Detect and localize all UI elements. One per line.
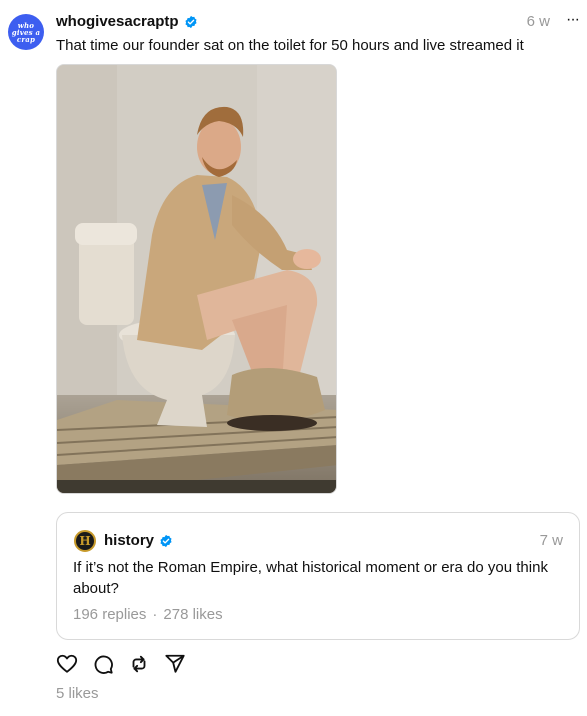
repost-icon: [132, 655, 146, 673]
more-options-button[interactable]: ···: [566, 11, 580, 29]
verified-icon: [160, 534, 172, 547]
author-avatar-text: who gives a crap: [11, 20, 41, 44]
post-image[interactable]: [56, 64, 337, 494]
comment-button[interactable]: [92, 653, 114, 675]
repost-button[interactable]: [128, 653, 150, 675]
heart-icon: [56, 654, 78, 673]
comment-icon: [94, 655, 113, 674]
quoted-post-stats: 196 replies · 278 likes: [73, 606, 223, 623]
post-likes-count[interactable]: 5 likes: [56, 685, 99, 702]
post-caption: That time our founder sat on the toilet …: [56, 37, 524, 54]
quoted-avatar-letter: H: [79, 534, 91, 548]
quoted-post-time: 7 w: [539, 532, 563, 549]
quoted-post-text: If it’s not the Roman Empire, what histo…: [73, 559, 548, 597]
post-time: 6 w: [526, 13, 550, 30]
author-avatar[interactable]: who gives a crap: [8, 14, 44, 50]
quoted-likes-count[interactable]: 278 likes: [163, 606, 222, 623]
author-username[interactable]: whogivesacraptp: [56, 13, 198, 30]
post-actions: [56, 653, 186, 675]
quoted-username-text: history: [104, 532, 155, 549]
verified-icon: [185, 15, 197, 28]
quoted-post[interactable]: H history 7 w If it’s not the Roman Empi…: [56, 512, 580, 640]
share-icon: [165, 654, 185, 673]
stats-separator: ·: [152, 606, 158, 623]
quoted-author-avatar[interactable]: H: [74, 530, 96, 552]
quoted-replies-count[interactable]: 196 replies: [73, 606, 146, 623]
quoted-author-username[interactable]: history: [104, 532, 173, 549]
like-button[interactable]: [56, 653, 78, 675]
toilet-photo: [57, 65, 336, 493]
share-button[interactable]: [164, 653, 186, 675]
author-username-text: whogivesacraptp: [56, 13, 179, 30]
